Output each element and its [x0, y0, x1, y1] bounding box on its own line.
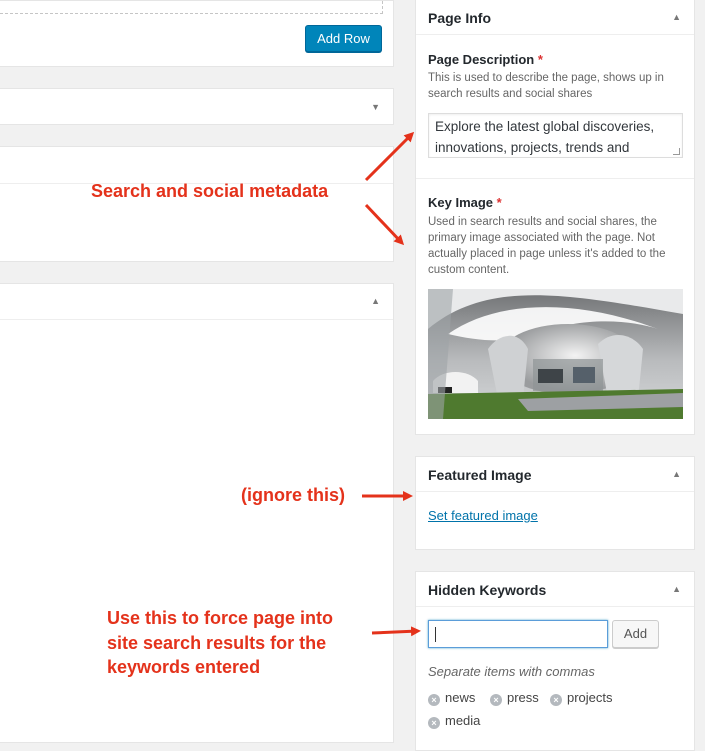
- annotation-keywords-line1: Use this to force page into: [107, 608, 334, 628]
- annotation-arrows: [362, 131, 421, 637]
- arrow-to-keywords: [371, 626, 421, 637]
- arrow-to-key-image: [364, 203, 405, 246]
- annotation-keywords-line2: site search results for the: [107, 633, 327, 653]
- arrow-to-description: [364, 131, 415, 182]
- annotation-ignore: (ignore this): [241, 485, 345, 505]
- annotation-keywords-line3: keywords entered: [107, 657, 261, 677]
- annotation-metadata: Search and social metadata: [91, 181, 329, 201]
